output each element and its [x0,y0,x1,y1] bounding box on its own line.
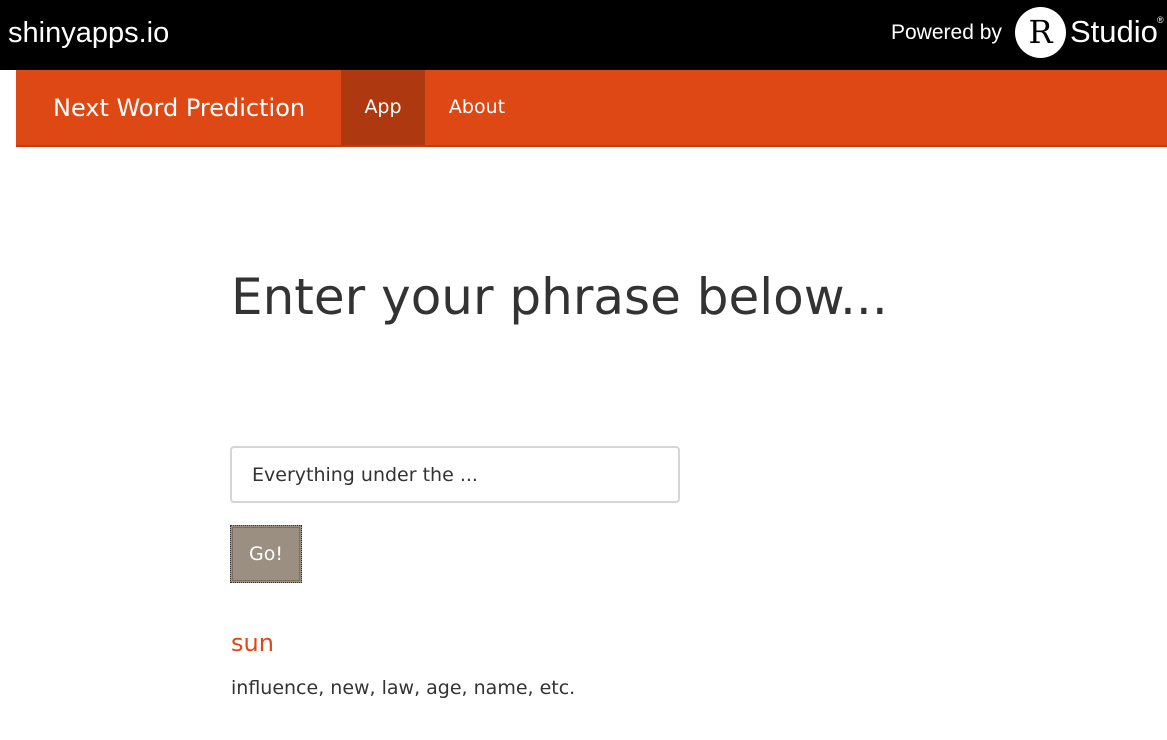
shinyapps-logo[interactable]: shinyapps.io [8,14,169,52]
page-title: Enter your phrase below... [231,268,888,326]
alternative-words: influence, new, law, age, name, etc. [231,677,576,699]
rstudio-logo[interactable]: R Studio ® [1015,7,1165,59]
shinyapps-topbar: shinyapps.io Powered by R Studio ® [0,0,1167,70]
tab-about[interactable]: About [425,70,529,145]
registered-mark: ® [1157,15,1164,25]
predicted-word: sun [231,629,274,657]
phrase-input[interactable] [230,446,680,503]
rstudio-r-letter: R [1028,13,1053,51]
rstudio-wordmark: Studio [1070,14,1158,49]
app-navbar: Next Word Prediction App About [16,70,1167,147]
tab-app[interactable]: App [341,70,425,145]
navbar-brand[interactable]: Next Word Prediction [53,92,305,124]
go-button[interactable]: Go! [230,525,302,583]
powered-by-label: Powered by [891,21,1002,44]
